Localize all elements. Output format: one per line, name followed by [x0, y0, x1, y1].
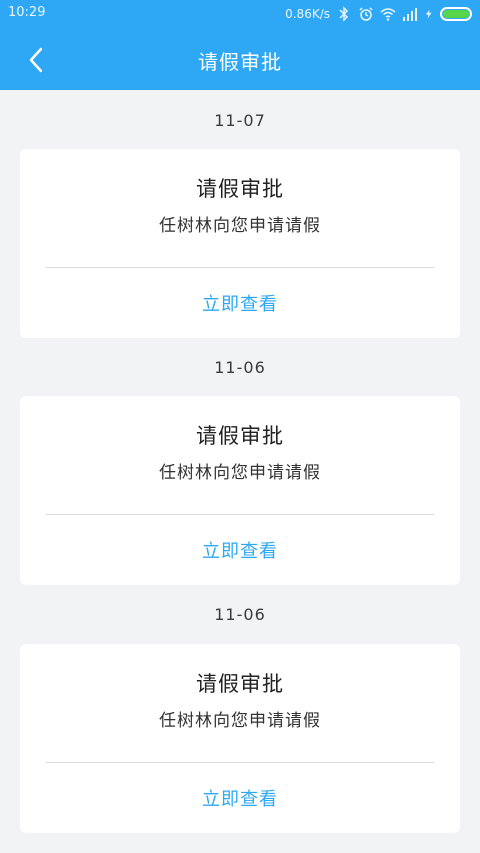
card-divider	[46, 267, 434, 268]
card-divider	[46, 762, 434, 763]
status-time: 10:29	[8, 5, 46, 20]
approval-card: 请假审批 任树林向您申请请假 立即查看	[20, 149, 460, 338]
top-bar: 10:29 0.86K/s 请假审批	[0, 0, 480, 90]
alarm-icon	[359, 7, 373, 21]
card-title: 请假审批	[196, 177, 284, 201]
card-divider	[46, 514, 434, 515]
network-speed: 0.86K/s	[285, 7, 330, 21]
approval-card: 请假审批 任树林向您申请请假 立即查看	[20, 396, 460, 585]
date-label: 11-06	[214, 358, 266, 377]
status-icons: 0.86K/s	[285, 4, 472, 24]
card-title: 请假审批	[196, 424, 284, 448]
view-now-button[interactable]: 立即查看	[20, 537, 460, 563]
navigation-bar: 请假审批	[0, 28, 480, 90]
bluetooth-icon	[339, 6, 349, 22]
view-now-button[interactable]: 立即查看	[20, 290, 460, 316]
card-message: 任树林向您申请请假	[159, 711, 321, 731]
card-message: 任树林向您申请请假	[159, 216, 321, 236]
approval-card: 请假审批 任树林向您申请请假 立即查看	[20, 644, 460, 833]
charging-icon	[425, 9, 432, 19]
status-bar: 10:29 0.86K/s	[0, 0, 480, 28]
page-title: 请假审批	[198, 50, 282, 74]
wifi-icon	[380, 8, 396, 21]
card-title: 请假审批	[196, 672, 284, 696]
date-label: 11-07	[214, 111, 266, 130]
date-label: 11-06	[214, 605, 266, 624]
signal-icon	[403, 8, 417, 21]
battery-icon	[440, 7, 472, 21]
card-message: 任树林向您申请请假	[159, 463, 321, 483]
view-now-button[interactable]: 立即查看	[20, 785, 460, 811]
